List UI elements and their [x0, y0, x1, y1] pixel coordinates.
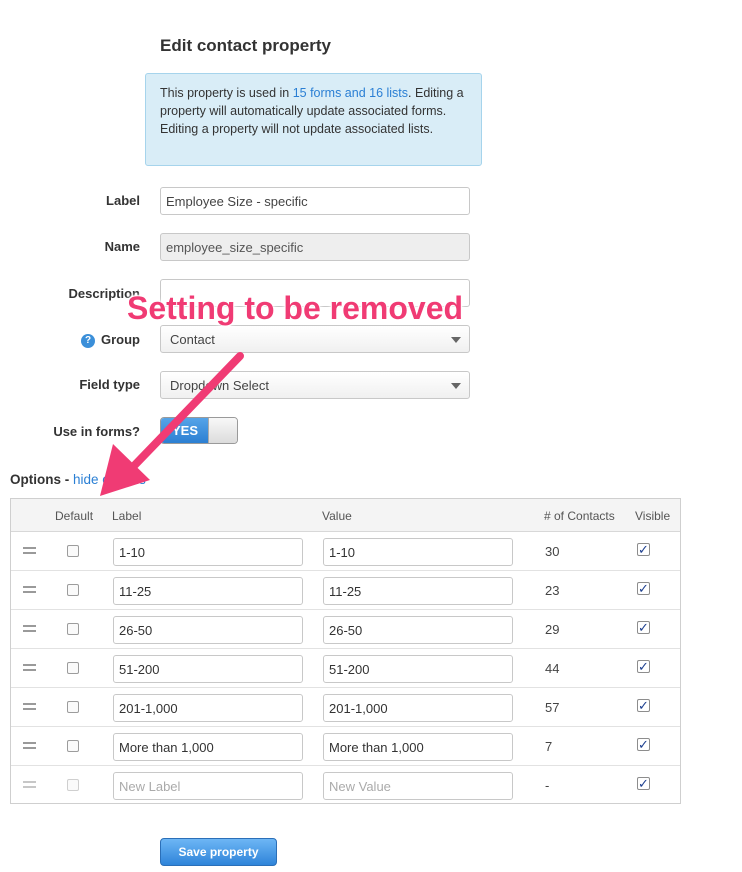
- drag-handle-icon: [23, 781, 36, 788]
- visible-checkbox[interactable]: ✓: [637, 738, 650, 751]
- drag-handle-icon[interactable]: [23, 547, 36, 554]
- option-value-input[interactable]: 1-10: [323, 538, 513, 566]
- help-icon[interactable]: ?: [81, 334, 95, 348]
- drag-handle-icon[interactable]: [23, 742, 36, 749]
- option-value-input[interactable]: 11-25: [323, 577, 513, 605]
- option-label-input[interactable]: 51-200: [113, 655, 303, 683]
- contacts-count: -: [545, 778, 550, 793]
- option-label-input[interactable]: More than 1,000: [113, 733, 303, 761]
- visible-checkbox[interactable]: ✓: [637, 777, 650, 790]
- new-label-input[interactable]: New Label: [113, 772, 303, 800]
- new-value-input[interactable]: New Value: [323, 772, 513, 800]
- group-field-label: ? Group: [81, 332, 140, 348]
- page-title: Edit contact property: [160, 36, 331, 55]
- chevron-down-icon: [451, 383, 461, 389]
- default-checkbox[interactable]: [67, 584, 79, 596]
- name-input: employee_size_specific: [160, 233, 470, 261]
- table-row: 11-25 11-25 23 ✓: [11, 571, 680, 610]
- visible-checkbox[interactable]: ✓: [637, 543, 650, 556]
- table-row: 51-200 51-200 44 ✓: [11, 649, 680, 688]
- default-checkbox[interactable]: [67, 740, 79, 752]
- default-checkbox[interactable]: [67, 662, 79, 674]
- toggle-on-label: YES: [161, 418, 209, 443]
- options-table: Default Label Value # of Contacts Visibl…: [10, 498, 681, 804]
- option-value-input[interactable]: More than 1,000: [323, 733, 513, 761]
- option-value-input[interactable]: 201-1,000: [323, 694, 513, 722]
- default-checkbox[interactable]: [67, 623, 79, 635]
- drag-handle-icon[interactable]: [23, 703, 36, 710]
- column-header-default: Default: [55, 509, 94, 523]
- visible-checkbox[interactable]: ✓: [637, 621, 650, 634]
- column-header-contacts: # of Contacts: [544, 509, 615, 523]
- visible-checkbox[interactable]: ✓: [637, 699, 650, 712]
- annotation-text: Setting to be removed: [127, 290, 464, 326]
- options-table-header: Default Label Value # of Contacts Visibl…: [11, 499, 680, 532]
- contacts-count: 7: [545, 739, 553, 754]
- contacts-count: 29: [545, 622, 560, 637]
- visible-checkbox[interactable]: ✓: [637, 582, 650, 595]
- fieldtype-field-label: Field type: [79, 377, 140, 392]
- info-text-before: This property is used in: [160, 86, 293, 100]
- group-select-value: Contact: [170, 332, 215, 347]
- group-label-text: Group: [101, 332, 140, 347]
- option-value-input[interactable]: 51-200: [323, 655, 513, 683]
- options-heading-text: Options -: [10, 472, 73, 487]
- default-checkbox: [67, 779, 79, 791]
- table-row-new: New Label New Value - ✓: [11, 766, 680, 805]
- visible-checkbox[interactable]: ✓: [637, 660, 650, 673]
- default-checkbox[interactable]: [67, 701, 79, 713]
- label-input[interactable]: Employee Size - specific: [160, 187, 470, 215]
- column-header-label: Label: [112, 509, 142, 523]
- option-value-input[interactable]: 26-50: [323, 616, 513, 644]
- option-label-input[interactable]: 26-50: [113, 616, 303, 644]
- chevron-down-icon: [451, 337, 461, 343]
- drag-handle-icon[interactable]: [23, 664, 36, 671]
- table-row: 1-10 1-10 30 ✓: [11, 532, 680, 571]
- group-select[interactable]: Contact: [160, 325, 470, 353]
- column-header-value: Value: [322, 509, 352, 523]
- table-row: More than 1,000 More than 1,000 7 ✓: [11, 727, 680, 766]
- options-heading: Options - hide options: [10, 472, 146, 487]
- contacts-count: 44: [545, 661, 560, 676]
- info-box: This property is used in 15 forms and 16…: [145, 73, 482, 166]
- contacts-count: 23: [545, 583, 560, 598]
- label-field-label: Label: [106, 193, 140, 208]
- fieldtype-select-value: Dropdown Select: [170, 378, 269, 393]
- table-row: 201-1,000 201-1,000 57 ✓: [11, 688, 680, 727]
- hide-options-link[interactable]: hide options: [73, 472, 146, 487]
- useinforms-field-label: Use in forms?: [53, 424, 140, 439]
- contacts-count: 57: [545, 700, 560, 715]
- name-field-label: Name: [104, 239, 140, 254]
- column-header-visible: Visible: [635, 509, 671, 523]
- toggle-knob[interactable]: [208, 418, 237, 443]
- default-checkbox[interactable]: [67, 545, 79, 557]
- option-label-input[interactable]: 11-25: [113, 577, 303, 605]
- drag-handle-icon[interactable]: [23, 625, 36, 632]
- useinforms-toggle[interactable]: YES: [160, 417, 238, 444]
- option-label-input[interactable]: 1-10: [113, 538, 303, 566]
- fieldtype-select[interactable]: Dropdown Select: [160, 371, 470, 399]
- option-label-input[interactable]: 201-1,000: [113, 694, 303, 722]
- info-usage-link[interactable]: 15 forms and 16 lists: [293, 86, 408, 100]
- table-row: 26-50 26-50 29 ✓: [11, 610, 680, 649]
- save-property-button[interactable]: Save property: [160, 838, 277, 866]
- contacts-count: 30: [545, 544, 560, 559]
- drag-handle-icon[interactable]: [23, 586, 36, 593]
